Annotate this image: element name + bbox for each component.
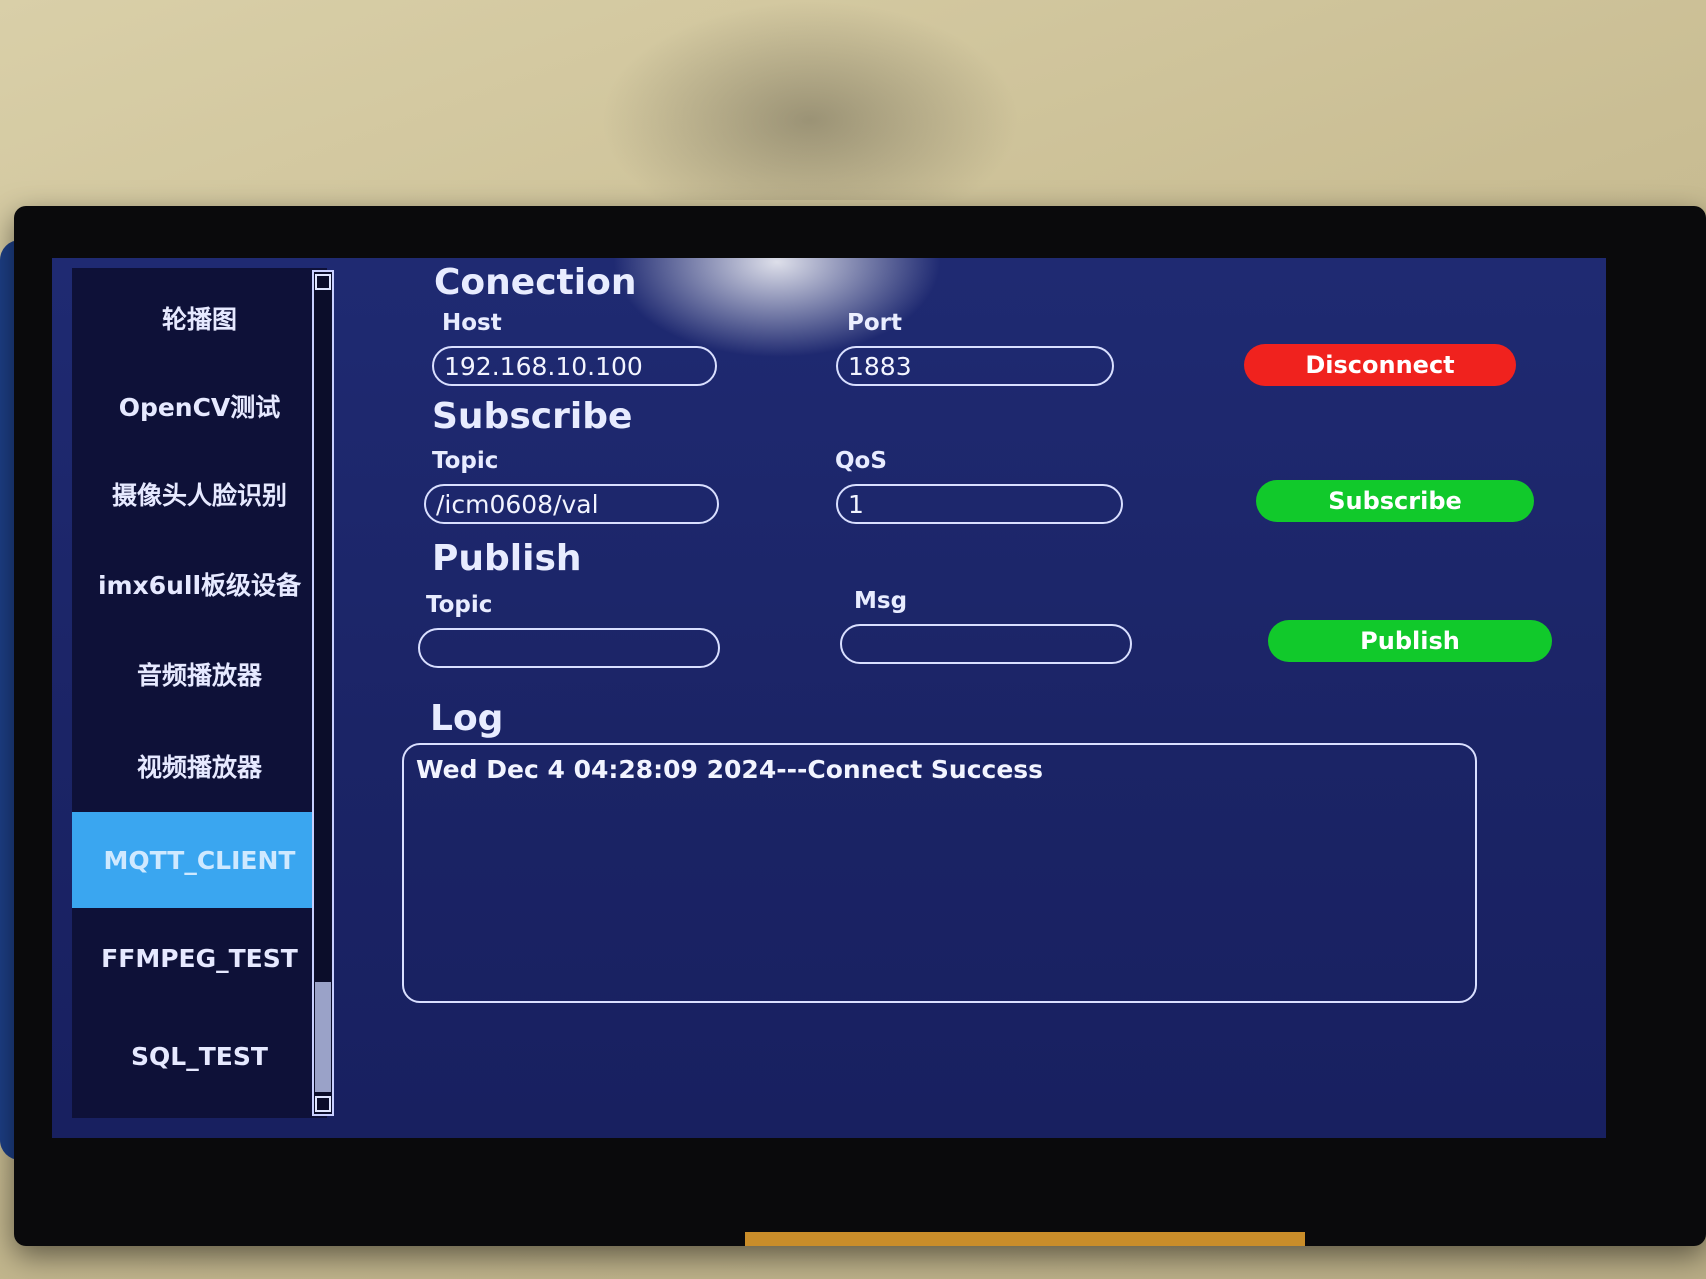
scroll-down-button[interactable] — [315, 1096, 331, 1112]
sidebar-item-video-player[interactable]: 视频播放器 — [72, 718, 327, 814]
publish-topic-label: Topic — [426, 592, 493, 618]
publish-topic-input[interactable] — [418, 628, 720, 668]
flex-cable — [745, 1232, 1305, 1246]
desk-shadow — [600, 0, 1020, 200]
sidebar-item-ffmpeg-test[interactable]: FFMPEG_TEST — [72, 910, 327, 1006]
sidebar: 轮播图 OpenCV测试 摄像头人脸识别 imx6ull板级设备 音频播放器 视… — [72, 268, 327, 1118]
sidebar-item-sql-test[interactable]: SQL_TEST — [72, 1008, 327, 1104]
sidebar-scrollbar[interactable] — [312, 270, 334, 1116]
sidebar-item-board-devices[interactable]: imx6ull板级设备 — [72, 536, 327, 632]
publish-heading: Publish — [432, 538, 582, 579]
msg-label: Msg — [854, 588, 908, 614]
log-heading: Log — [430, 698, 504, 739]
host-input[interactable] — [432, 346, 717, 386]
port-label: Port — [847, 310, 902, 336]
log-output[interactable]: Wed Dec 4 04:28:09 2024---Connect Succes… — [402, 743, 1477, 1003]
connection-heading: Conection — [434, 262, 637, 303]
msg-input[interactable] — [840, 624, 1132, 664]
port-input[interactable] — [836, 346, 1114, 386]
sidebar-item-mqtt-client[interactable]: MQTT_CLIENT — [72, 812, 327, 908]
host-label: Host — [442, 310, 502, 336]
qos-label: QoS — [835, 448, 887, 474]
sidebar-item-face-recognition[interactable]: 摄像头人脸识别 — [72, 446, 327, 542]
screen-glare — [612, 258, 942, 358]
sidebar-item-carousel[interactable]: 轮播图 — [72, 270, 327, 366]
log-line: Wed Dec 4 04:28:09 2024---Connect Succes… — [416, 755, 1044, 784]
disconnect-button[interactable]: Disconnect — [1244, 344, 1516, 386]
subscribe-topic-input[interactable] — [424, 484, 719, 524]
subscribe-heading: Subscribe — [432, 396, 633, 437]
sidebar-item-audio-player[interactable]: 音频播放器 — [72, 626, 327, 722]
subscribe-button[interactable]: Subscribe — [1256, 480, 1534, 522]
publish-button[interactable]: Publish — [1268, 620, 1552, 662]
subscribe-topic-label: Topic — [432, 448, 499, 474]
scroll-up-button[interactable] — [315, 274, 331, 290]
sidebar-item-opencv[interactable]: OpenCV测试 — [72, 358, 327, 454]
lcd-screen: 轮播图 OpenCV测试 摄像头人脸识别 imx6ull板级设备 音频播放器 视… — [52, 258, 1606, 1138]
qos-input[interactable] — [836, 484, 1123, 524]
scroll-thumb[interactable] — [315, 982, 331, 1092]
